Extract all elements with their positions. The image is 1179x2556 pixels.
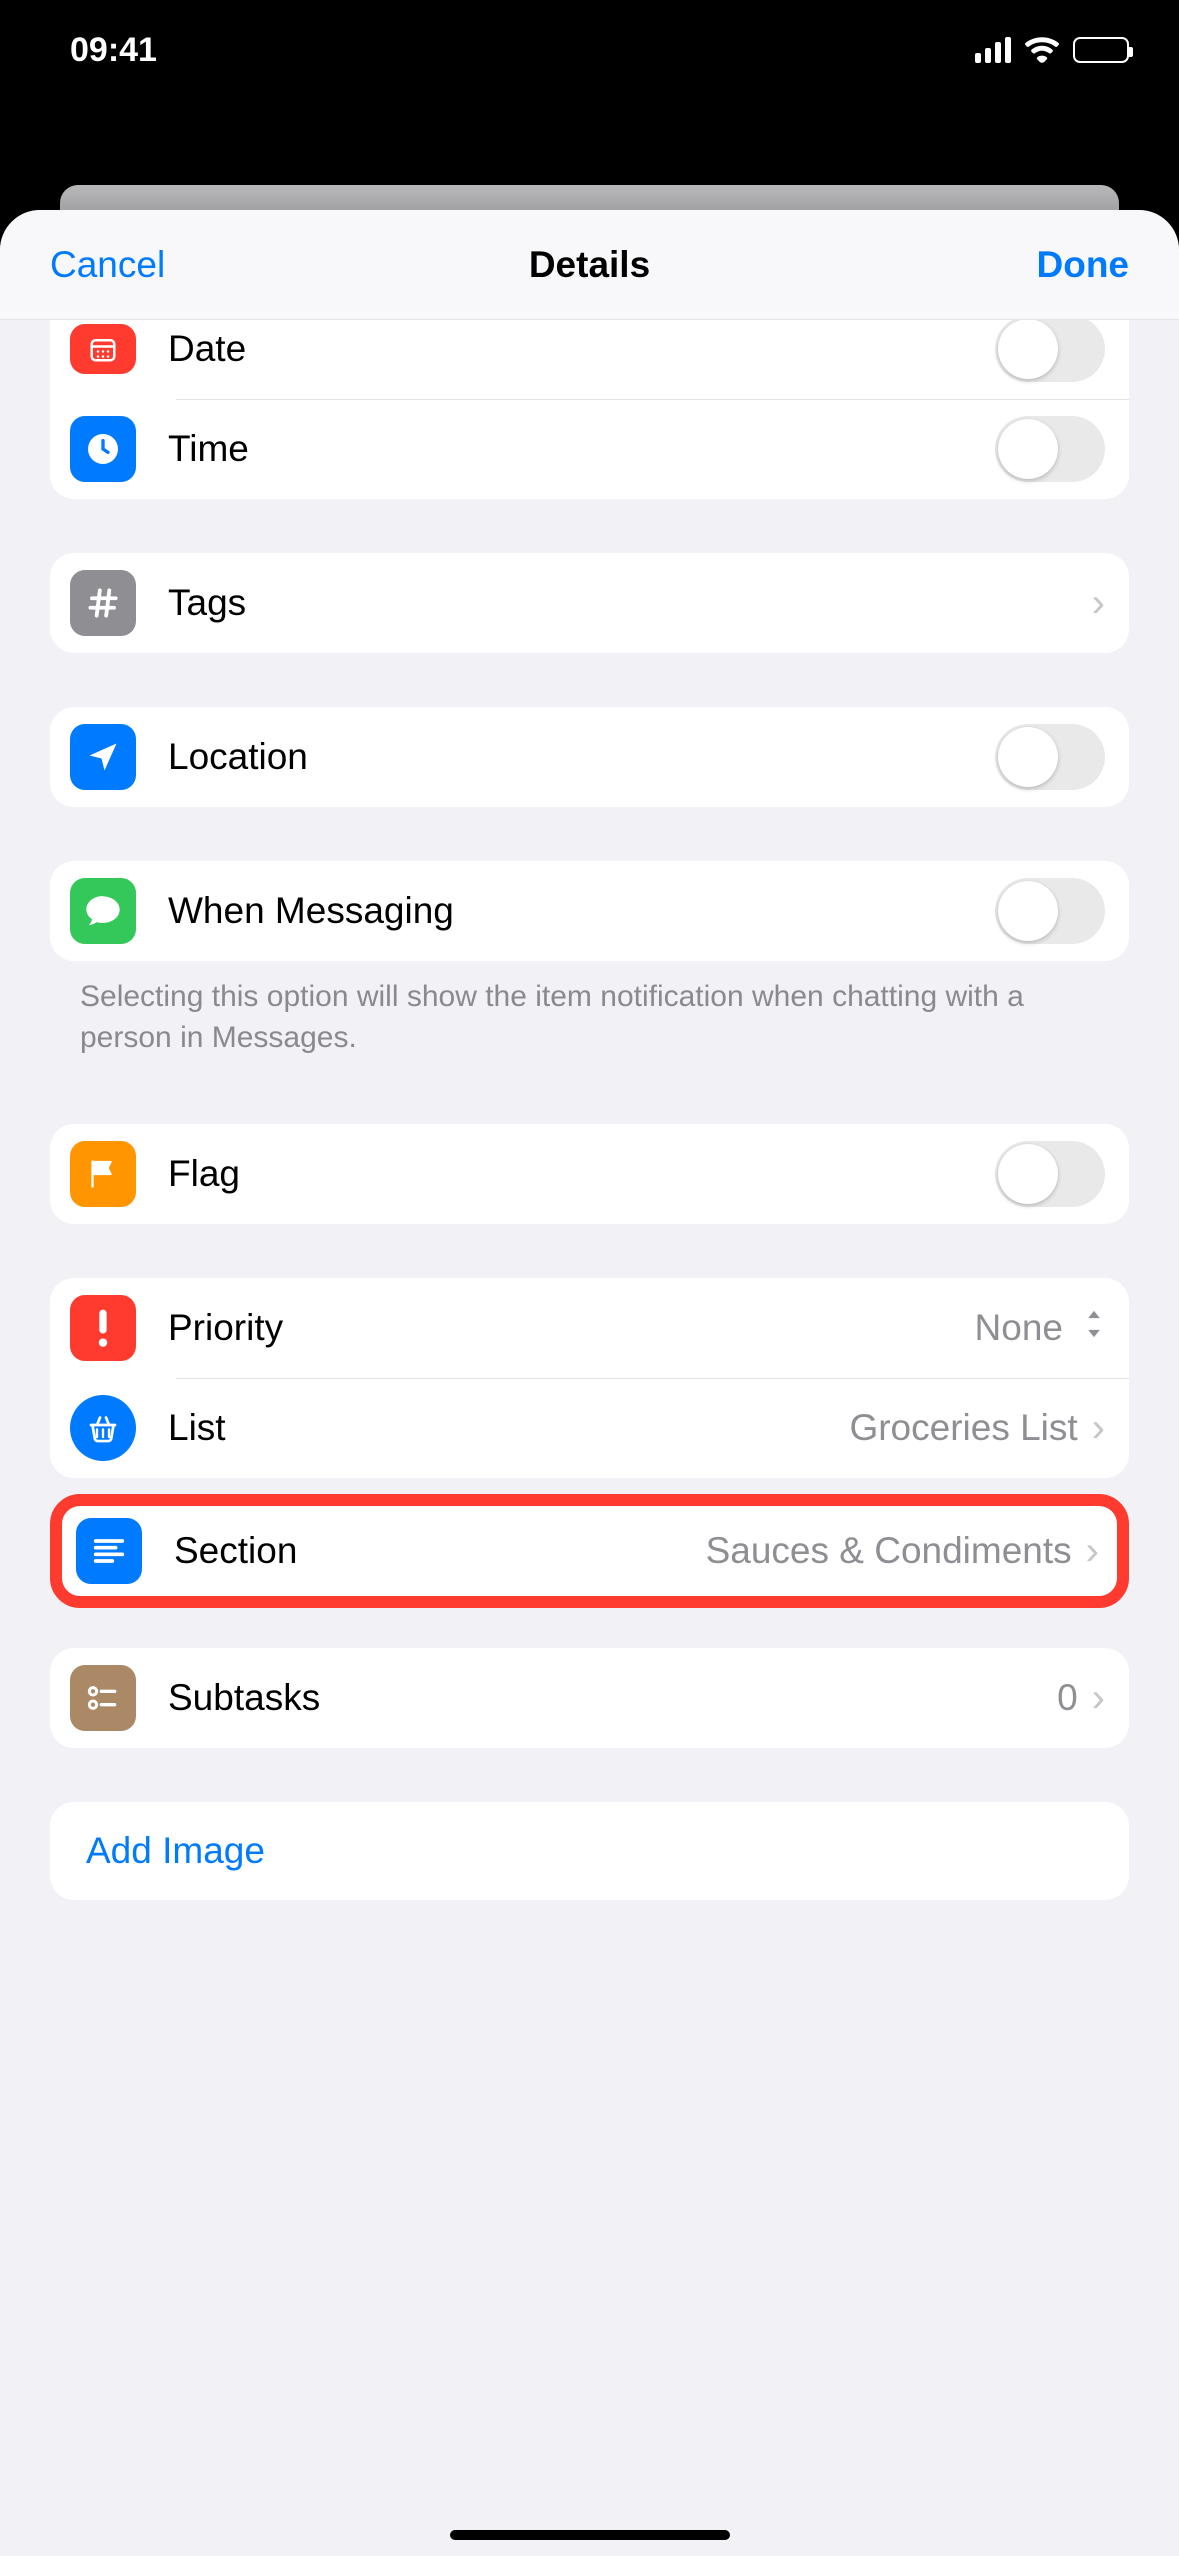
row-list[interactable]: List Groceries List ›	[50, 1378, 1129, 1478]
group-messaging: When Messaging	[50, 861, 1129, 961]
flag-toggle[interactable]	[995, 1141, 1105, 1207]
group-tags: Tags ›	[50, 553, 1129, 653]
chevron-right-icon: ›	[1092, 583, 1105, 623]
home-indicator	[450, 2530, 730, 2540]
group-location: Location	[50, 707, 1129, 807]
group-section-highlighted: Section Sauces & Condiments ›	[50, 1494, 1129, 1608]
tags-label: Tags	[168, 582, 1092, 624]
group-flag: Flag	[50, 1124, 1129, 1224]
row-location[interactable]: Location	[50, 707, 1129, 807]
messaging-toggle[interactable]	[995, 878, 1105, 944]
row-subtasks[interactable]: Subtasks 0 ›	[50, 1648, 1129, 1748]
message-bubble-icon	[70, 878, 136, 944]
section-label: Section	[174, 1530, 706, 1572]
time-label: Time	[168, 428, 995, 470]
nav-bar: Cancel Details Done	[0, 210, 1179, 320]
priority-value: None	[975, 1307, 1063, 1349]
status-bar: 09:41	[0, 0, 1179, 100]
time-toggle[interactable]	[995, 416, 1105, 482]
messaging-footer: Selecting this option will show the item…	[50, 961, 1129, 1058]
chevron-right-icon: ›	[1086, 1531, 1099, 1571]
sheet: Cancel Details Done Date Time	[0, 210, 1179, 2556]
section-value: Sauces & Condiments	[706, 1530, 1072, 1572]
row-date[interactable]: Date	[50, 320, 1129, 399]
page-title: Details	[529, 244, 650, 286]
status-icons	[975, 37, 1129, 63]
messaging-label: When Messaging	[168, 890, 995, 932]
row-messaging[interactable]: When Messaging	[50, 861, 1129, 961]
list-value: Groceries List	[849, 1407, 1077, 1449]
row-flag[interactable]: Flag	[50, 1124, 1129, 1224]
row-priority[interactable]: Priority None	[50, 1278, 1129, 1378]
location-toggle[interactable]	[995, 724, 1105, 790]
flag-icon	[70, 1141, 136, 1207]
status-time: 09:41	[70, 31, 157, 70]
calendar-icon	[70, 324, 136, 374]
cancel-button[interactable]: Cancel	[50, 244, 165, 286]
chevron-right-icon: ›	[1092, 1678, 1105, 1718]
priority-label: Priority	[168, 1307, 975, 1349]
row-add-image[interactable]: Add Image	[50, 1802, 1129, 1900]
row-tags[interactable]: Tags ›	[50, 553, 1129, 653]
date-label: Date	[168, 328, 995, 370]
group-datetime: Date Time	[50, 320, 1129, 499]
section-list-icon	[76, 1518, 142, 1584]
subtasks-icon	[70, 1665, 136, 1731]
subtasks-label: Subtasks	[168, 1677, 1057, 1719]
flag-label: Flag	[168, 1153, 995, 1195]
wifi-icon	[1025, 37, 1059, 63]
cellular-icon	[975, 37, 1011, 63]
location-arrow-icon	[70, 724, 136, 790]
group-priority-list: Priority None List Groceries List ›	[50, 1278, 1129, 1478]
row-time[interactable]: Time	[50, 399, 1129, 499]
list-label: List	[168, 1407, 849, 1449]
location-label: Location	[168, 736, 995, 778]
updown-icon	[1083, 1308, 1105, 1349]
hashtag-icon	[70, 570, 136, 636]
date-toggle[interactable]	[995, 320, 1105, 382]
subtasks-value: 0	[1057, 1677, 1078, 1719]
done-button[interactable]: Done	[1037, 244, 1130, 286]
exclamation-icon	[70, 1295, 136, 1361]
group-add-image: Add Image	[50, 1802, 1129, 1900]
add-image-button[interactable]: Add Image	[86, 1830, 1105, 1872]
battery-icon	[1073, 37, 1129, 63]
basket-icon	[70, 1395, 136, 1461]
clock-icon	[70, 416, 136, 482]
group-subtasks: Subtasks 0 ›	[50, 1648, 1129, 1748]
chevron-right-icon: ›	[1092, 1408, 1105, 1448]
content: Date Time Tags ›	[0, 320, 1179, 2556]
row-section[interactable]: Section Sauces & Condiments ›	[62, 1506, 1117, 1596]
